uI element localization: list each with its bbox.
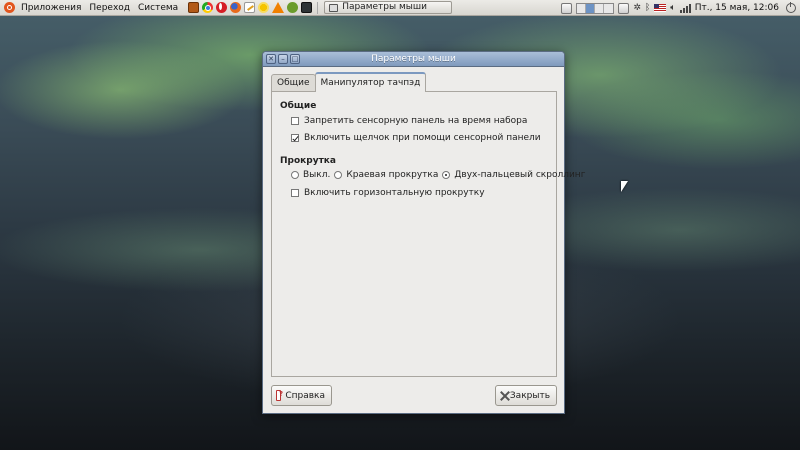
help-icon [276,390,284,401]
tab-general[interactable]: Общие [271,74,316,92]
text-editor-launcher-icon[interactable] [244,2,256,13]
tap-to-click-checkbox[interactable] [291,134,299,142]
dialog-title: Параметры мыши [371,54,456,64]
chrome-launcher-icon[interactable] [202,2,214,13]
two-finger-scroll-radio[interactable] [442,171,451,179]
book-launcher-icon[interactable] [188,2,200,13]
network-launcher-icon[interactable] [287,2,299,13]
mouse-pointer-icon [621,181,628,192]
close-button[interactable]: Закрыть [495,385,557,406]
menu-system[interactable]: Система [134,0,182,16]
tap-to-click-row[interactable]: Включить щелчок при помощи сенсорной пан… [291,133,541,143]
window-icon [329,3,339,12]
workspace-switcher[interactable] [576,2,615,14]
keyboard-layout-flag-icon[interactable] [654,4,667,12]
workspace-3[interactable] [595,3,605,13]
dialog-titlebar[interactable]: ✕ – □ Параметры мыши [263,52,564,67]
ubuntu-logo-icon[interactable] [4,2,15,13]
update-icon[interactable]: ✲ [633,0,641,16]
bluetooth-icon[interactable]: ᛒ [645,0,650,16]
power-icon[interactable] [786,2,796,13]
clock[interactable]: Пт., 15 мая, 12:06 [695,0,782,16]
edge-scroll-option[interactable]: Краевая прокрутка [334,170,438,180]
menu-places[interactable]: Переход [85,0,134,16]
scroll-off-option[interactable]: Выкл. [291,170,330,180]
scroll-off-radio[interactable] [291,171,299,179]
network-signal-icon[interactable] [679,3,691,13]
top-panel: Приложения Переход Система Параметры мыш… [0,0,800,16]
weather-launcher-icon[interactable] [258,2,270,13]
panel-separator [317,1,319,14]
mouse-preferences-dialog: ✕ – □ Параметры мыши Общие Манипулятор т… [262,51,585,414]
disable-while-typing-row[interactable]: Запретить сенсорную панель на время набо… [291,116,527,126]
taskbar-window-button[interactable]: Параметры мыши [324,1,453,14]
vlc-launcher-icon[interactable] [272,2,285,13]
workspace-2[interactable] [586,3,596,13]
horizontal-scroll-checkbox[interactable] [291,189,299,197]
launcher-bar [188,2,313,13]
help-button-label: Справка [285,390,325,401]
workspace-1[interactable] [577,3,587,13]
disable-while-typing-label: Запретить сенсорную панель на время набо… [304,116,528,126]
edge-scroll-label: Краевая прокрутка [346,170,439,180]
opera-launcher-icon[interactable] [216,2,228,13]
workspace-4[interactable] [604,4,613,13]
disable-while-typing-checkbox[interactable] [291,117,299,125]
applet-icon[interactable] [618,2,630,14]
taskbar-window-title: Параметры мыши [342,2,427,12]
two-finger-scroll-label: Двух-пальцевый скроллинг [454,170,586,180]
tab-touchpad[interactable]: Манипулятор тачпэд [314,72,427,92]
volume-icon[interactable]: 🔈︎ [670,0,675,16]
two-finger-scroll-option[interactable]: Двух-пальцевый скроллинг [442,170,585,180]
menu-applications[interactable]: Приложения [17,0,85,16]
show-desktop-icon[interactable] [561,2,573,14]
tab-bar: Общие Манипулятор тачпэд [271,72,427,92]
close-button-label: Закрыть [509,390,550,401]
horizontal-scroll-row[interactable]: Включить горизонтальную прокрутку [291,188,485,198]
system-tray: ✲ ᛒ 🔈︎ Пт., 15 мая, 12:06 [561,0,800,16]
close-icon [500,391,506,401]
help-button[interactable]: Справка [271,385,332,406]
tap-to-click-label: Включить щелчок при помощи сенсорной пан… [304,133,541,143]
edge-scroll-radio[interactable] [334,171,343,179]
terminal-launcher-icon[interactable] [301,2,313,13]
scrolling-radio-group: Выкл. Краевая прокрутка Двух-пальцевый с… [291,170,589,180]
touchpad-tab-panel: Общие Запретить сенсорную панель на врем… [271,91,585,377]
general-section-title: Общие [280,101,317,111]
scrolling-section-title: Прокрутка [280,156,336,166]
horizontal-scroll-label: Включить горизонтальную прокрутку [304,188,485,198]
firefox-launcher-icon[interactable] [230,2,242,13]
scroll-off-label: Выкл. [303,170,331,180]
